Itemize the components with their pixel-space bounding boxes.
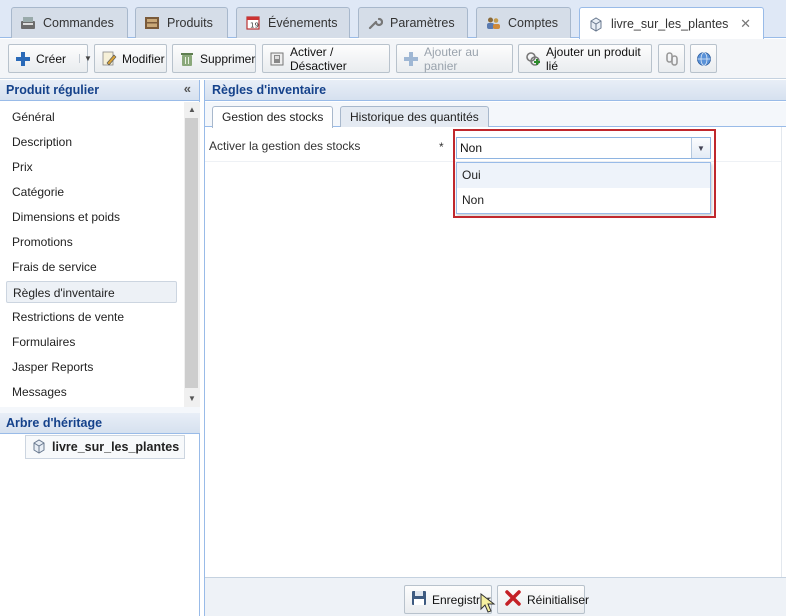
delete-label: Supprimer	[200, 51, 256, 66]
tab-produits[interactable]: Produits	[135, 7, 228, 38]
modify-button[interactable]: Modifier	[94, 44, 167, 73]
nav-item-categorie[interactable]: Catégorie	[6, 181, 177, 203]
field-label: Activer la gestion des stocks	[209, 139, 361, 153]
page-title: Règles d'inventaire	[212, 83, 327, 97]
tree-node-label: livre_sur_les_plantes	[52, 440, 180, 454]
create-button[interactable]: Créer ▼	[8, 44, 92, 73]
add-linked-label: Ajouter un produit lié	[546, 44, 641, 73]
add-linked-product-button[interactable]: Ajouter un produit lié	[518, 44, 652, 73]
save-button[interactable]: Enregistrer	[404, 585, 492, 614]
nav-item-dimensions[interactable]: Dimensions et poids	[6, 206, 177, 228]
nav-item-description[interactable]: Description	[6, 131, 177, 153]
nav-item-jasper[interactable]: Jasper Reports	[6, 356, 177, 378]
subtab-bar: Gestion des stocks Historique des quanti…	[205, 102, 786, 128]
globe-button[interactable]	[690, 44, 717, 73]
tab-label: Paramètres	[390, 16, 455, 30]
product-icon	[588, 16, 604, 32]
add-to-cart-button[interactable]: Ajouter au panier	[396, 44, 513, 73]
nav-item-frais[interactable]: Frais de service	[6, 256, 177, 278]
box-icon	[144, 15, 160, 31]
reset-label: Réinitialiser	[527, 592, 590, 607]
nav-item-regles-inventaire[interactable]: Règles d'inventaire	[6, 281, 177, 303]
tab-label: Commandes	[43, 16, 114, 30]
main-header: Règles d'inventaire	[205, 80, 786, 101]
edit-icon	[101, 51, 117, 67]
link-button[interactable]	[658, 44, 685, 73]
add-to-cart-label: Ajouter au panier	[424, 44, 479, 73]
scrollbar-thumb[interactable]	[185, 118, 198, 388]
svg-text:19: 19	[250, 22, 259, 30]
tab-label: livre_sur_les_plantes	[611, 16, 729, 31]
close-icon[interactable]: ✕	[740, 16, 751, 32]
left-panel-title: Produit régulier	[6, 83, 100, 97]
nav-item-restrictions[interactable]: Restrictions de vente	[6, 306, 177, 328]
nav-item-messages[interactable]: Messages	[6, 381, 177, 403]
nav-item-formulaires[interactable]: Formulaires	[6, 331, 177, 353]
create-label: Créer	[36, 51, 67, 66]
floppy-icon	[411, 590, 427, 609]
tab-gestion-stocks[interactable]: Gestion des stocks	[212, 106, 334, 128]
nav-scrollbar[interactable]: ▲ ▼	[184, 102, 200, 407]
nav-item-promotions[interactable]: Promotions	[6, 231, 177, 253]
link-product-icon	[525, 51, 541, 67]
main-panel: Règles d'inventaire Gestion des stocks H…	[204, 80, 786, 616]
top-tab-bar: Commandes Produits 19 Événements Paramèt…	[0, 0, 786, 39]
scroll-up-icon[interactable]: ▲	[184, 102, 200, 116]
chevron-down-icon[interactable]: ▼	[79, 54, 92, 63]
tab-commandes[interactable]: Commandes	[11, 7, 128, 38]
reset-button[interactable]: Réinitialiser	[497, 585, 589, 614]
tab-historique-quantites[interactable]: Historique des quantités	[340, 106, 489, 127]
wrench-icon	[367, 15, 383, 31]
tab-label: Événements	[268, 16, 338, 30]
toggle-active-button[interactable]: Activer / Désactiver	[262, 44, 390, 73]
trash-icon	[179, 51, 195, 67]
tab-label: Produits	[167, 16, 213, 30]
heritage-header: Arbre d'héritage	[0, 413, 200, 434]
register-icon	[20, 15, 36, 31]
option-non[interactable]: Non	[457, 188, 710, 213]
toolbar: Créer ▼ Modifier Supprimer Activer / Dés…	[0, 39, 786, 79]
heritage-title: Arbre d'héritage	[6, 416, 103, 430]
plus-icon	[15, 51, 31, 67]
product-icon	[31, 438, 47, 457]
tab-evenements[interactable]: 19 Événements	[236, 7, 350, 38]
globe-icon	[696, 51, 712, 67]
collapse-icon[interactable]: «	[184, 81, 191, 96]
link-icon	[664, 51, 680, 67]
calendar-icon: 19	[245, 15, 261, 31]
delete-button[interactable]: Supprimer	[172, 44, 256, 73]
x-icon	[504, 589, 522, 610]
tree-node-product[interactable]: livre_sur_les_plantes	[25, 435, 186, 459]
form-row-stock-management: Activer la gestion des stocks * Non ▼	[205, 134, 781, 162]
select-dropdown: Oui Non	[456, 162, 711, 214]
select-value: Non	[460, 141, 483, 155]
left-panel-header: Produit régulier «	[0, 80, 199, 101]
tab-label: Comptes	[508, 16, 559, 30]
section-nav: Général Description Prix Catégorie Dimen…	[0, 102, 184, 407]
option-oui[interactable]: Oui	[457, 163, 710, 188]
nav-item-prix[interactable]: Prix	[6, 156, 177, 178]
heritage-tree-panel: Arbre d'héritage livre_sur_les_plantes	[0, 413, 200, 459]
tab-parametres[interactable]: Paramètres	[358, 7, 468, 38]
required-mark: *	[439, 140, 444, 154]
switch-icon	[269, 51, 285, 67]
stock-management-select[interactable]: Non ▼	[456, 137, 711, 159]
tab-comptes[interactable]: Comptes	[476, 7, 571, 38]
chevron-down-icon[interactable]: ▼	[691, 138, 710, 158]
left-panel: Produit régulier « Général Description P…	[0, 80, 200, 616]
mouse-cursor-icon	[480, 593, 496, 613]
toggle-label: Activer / Désactiver	[290, 44, 347, 73]
content-scroll-edge	[781, 127, 786, 577]
tab-livre-sur-les-plantes[interactable]: livre_sur_les_plantes ✕	[579, 7, 764, 39]
scroll-down-icon[interactable]: ▼	[184, 391, 200, 405]
modify-label: Modifier	[122, 51, 165, 66]
nav-item-general[interactable]: Général	[6, 106, 177, 128]
plus-icon	[403, 51, 419, 67]
users-icon	[485, 15, 501, 31]
